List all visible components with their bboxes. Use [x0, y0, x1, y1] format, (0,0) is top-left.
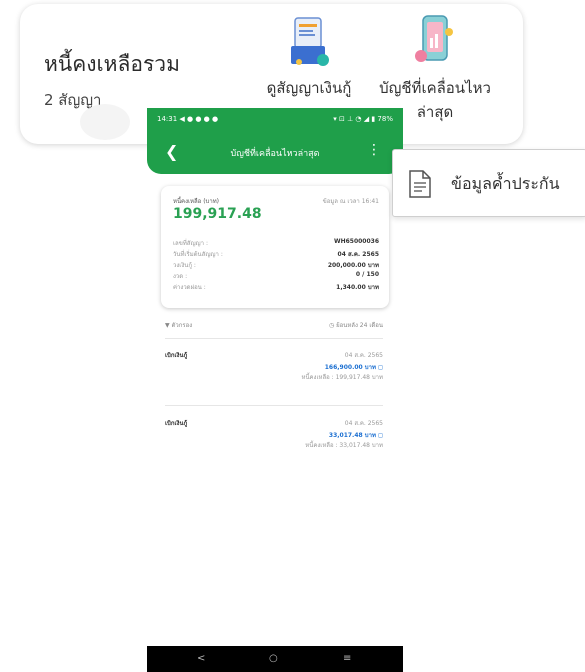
- filter-bar: ▼ ตัวกรอง ◷ ย้อนหลัง 24 เดือน: [165, 320, 383, 332]
- coin-decoration: [80, 104, 130, 140]
- period-selector[interactable]: ◷ ย้อนหลัง 24 เดือน: [329, 320, 383, 330]
- app-header: ❮ บัญชีที่เคลื่อนไหวล่าสุด ⋮: [147, 130, 403, 174]
- total-debt-title: หนี้คงเหลือรวม: [44, 52, 180, 76]
- data-timestamp: ข้อมูล ณ เวลา 16:41: [322, 198, 379, 205]
- nav-back-icon[interactable]: <: [197, 653, 205, 664]
- transaction-amount: 166,900.00 บาท ◻: [324, 364, 383, 371]
- contract-card: หนี้คงเหลือ (บาท) ข้อมูล ณ เวลา 16:41 19…: [161, 186, 389, 308]
- filter-label: ตัวกรอง: [171, 322, 193, 329]
- detail-value: WH65000036: [333, 238, 379, 245]
- android-nav-bar: < ○ ≡: [147, 646, 403, 672]
- detail-key: วงเงินกู้ :: [173, 262, 196, 269]
- recent-transactions-label-2: ล่าสุด: [416, 103, 454, 121]
- status-icons: ▾ ⊡ ⊥ ◔ ◢ ▮ 78%: [333, 115, 393, 123]
- detail-key: เลขที่สัญญา :: [173, 240, 208, 247]
- transaction-date: 04 ส.ค. 2565: [344, 420, 383, 427]
- transaction-type: เบิกเงินกู้: [165, 420, 188, 427]
- detail-row: เลขที่สัญญา : WH65000036: [173, 238, 379, 247]
- loan-contract-icon: [291, 17, 329, 66]
- detail-value: 0 / 150: [355, 271, 379, 278]
- phone-screen: 14:31 ◀ ● ● ● ● ▾ ⊡ ⊥ ◔ ◢ ▮ 78% ❮ บัญชีท…: [147, 108, 403, 672]
- divider: [165, 338, 383, 339]
- view-loan-contract-label: ดูสัญญาเงินกู้: [266, 79, 352, 97]
- transaction-amount: 33,017.48 บาท ◻: [328, 432, 383, 439]
- transaction-balance: หนี้คงเหลือ : 199,917.48 บาท: [301, 374, 383, 381]
- transaction-row[interactable]: เบิกเงินกู้ 04 ส.ค. 2565 33,017.48 บาท ◻…: [165, 418, 383, 478]
- detail-value: 200,000.00 บาท: [327, 262, 379, 269]
- recent-transactions-icon: [415, 15, 453, 62]
- remaining-debt-label: หนี้คงเหลือ (บาท): [173, 198, 220, 205]
- divider: [165, 405, 383, 406]
- detail-value: 04 ส.ค. 2565: [337, 251, 379, 258]
- status-bar: 14:31 ◀ ● ● ● ● ▾ ⊡ ⊥ ◔ ◢ ▮ 78%: [147, 108, 403, 130]
- options-popup: ข้อมูลค้ำประกัน: [392, 149, 585, 217]
- document-icon: [409, 170, 431, 198]
- guarantee-info-item[interactable]: ข้อมูลค้ำประกัน: [451, 172, 560, 197]
- filter-button[interactable]: ▼ ตัวกรอง: [165, 320, 192, 330]
- recent-transactions-label: บัญชีที่เคลื่อนไหว: [379, 79, 491, 97]
- detail-row: งวด : 0 / 150: [173, 271, 379, 280]
- transaction-balance: หนี้คงเหลือ : 33,017.48 บาท: [305, 442, 383, 449]
- transaction-date: 04 ส.ค. 2565: [344, 352, 383, 359]
- more-vertical-icon[interactable]: ⋮: [367, 142, 381, 158]
- detail-row: ค่างวดผ่อน : 1,340.00 บาท: [173, 282, 379, 291]
- view-loan-contract-button[interactable]: ดูสัญญาเงินกู้: [255, 12, 363, 100]
- detail-value: 1,340.00 บาท: [336, 284, 379, 291]
- remaining-debt-amount: 199,917.48: [173, 206, 262, 222]
- detail-row: วันที่เริ่มต้นสัญญา : 04 ส.ค. 2565: [173, 249, 379, 258]
- nav-home-icon[interactable]: ○: [269, 653, 278, 664]
- detail-key: วันที่เริ่มต้นสัญญา :: [173, 251, 223, 258]
- period-label: ย้อนหลัง 24 เดือน: [336, 322, 383, 329]
- nav-recents-icon[interactable]: ≡: [343, 653, 351, 664]
- detail-key: งวด :: [173, 273, 188, 280]
- transaction-row[interactable]: เบิกเงินกู้ 04 ส.ค. 2565 166,900.00 บาท …: [165, 350, 383, 410]
- detail-key: ค่างวดผ่อน :: [173, 284, 206, 291]
- transaction-type: เบิกเงินกู้: [165, 352, 188, 359]
- status-time: 14:31 ◀ ● ● ● ●: [157, 115, 219, 123]
- detail-row: วงเงินกู้ : 200,000.00 บาท: [173, 260, 379, 269]
- header-title: บัญชีที่เคลื่อนไหวล่าสุด: [230, 149, 320, 159]
